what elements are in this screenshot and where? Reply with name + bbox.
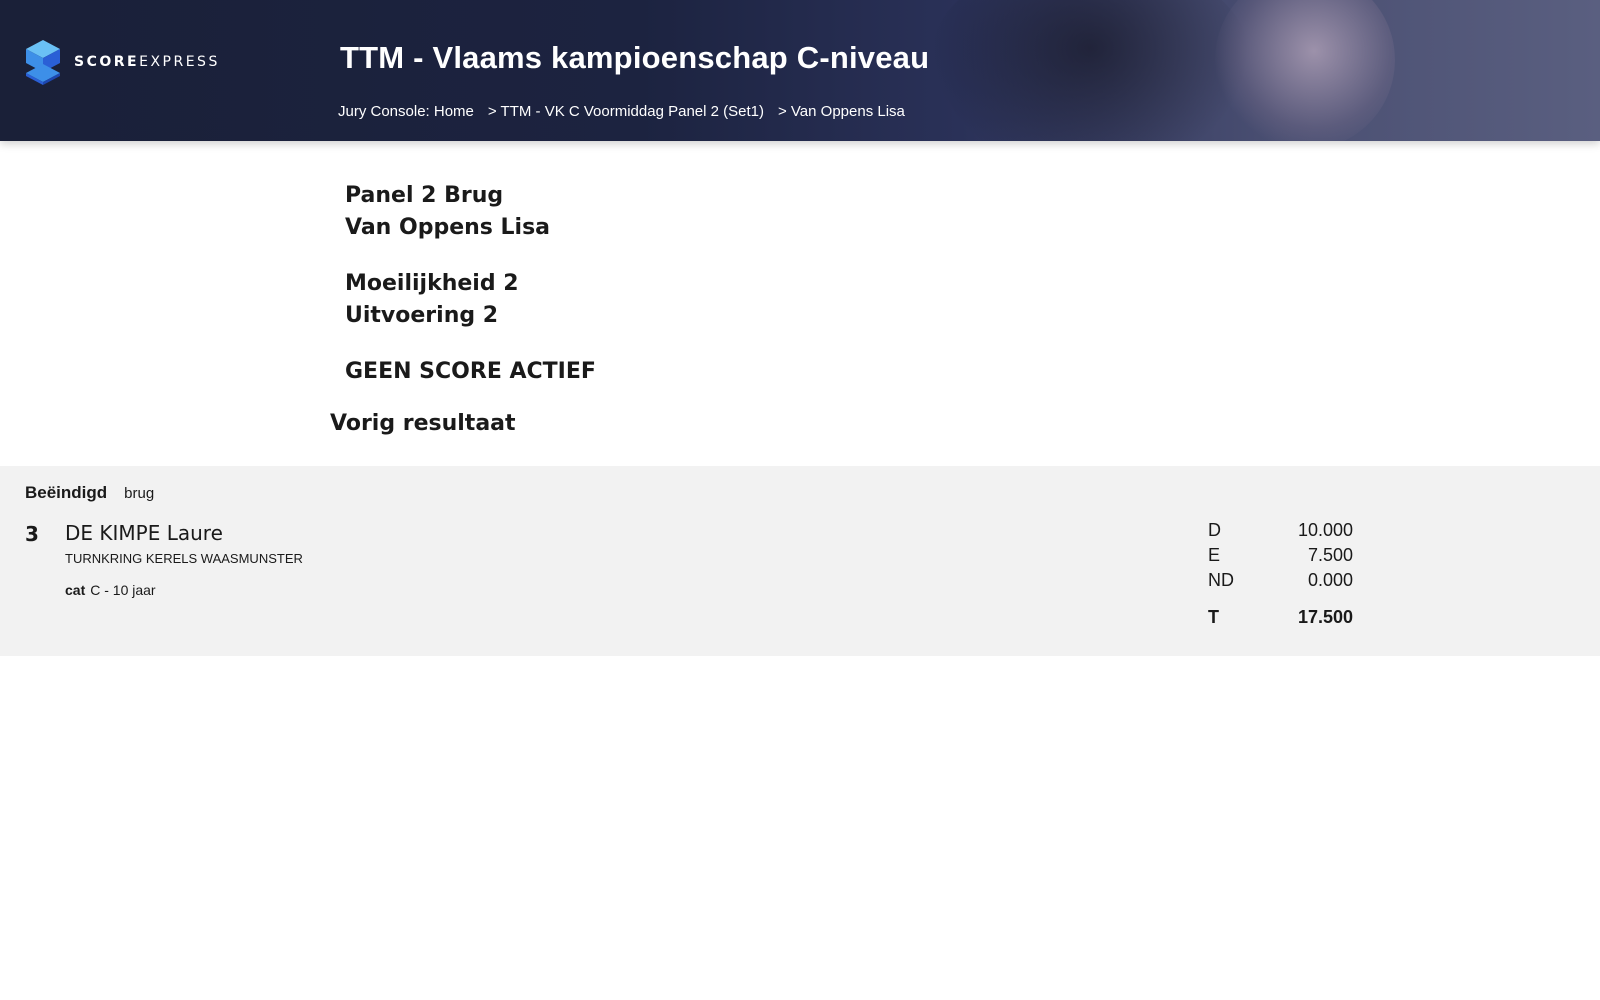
header-photo-hair xyxy=(930,0,1250,141)
score-label: E xyxy=(1208,545,1221,565)
panel-name: Panel 2 Brug xyxy=(345,183,504,208)
category-value: C - 10 jaar xyxy=(90,582,156,598)
execution-role: Uitvoering 2 xyxy=(345,303,499,328)
score-breakdown: D 10.000 E 7.500 ND 0.000 T 17.500 xyxy=(1208,518,1353,630)
score-label: ND xyxy=(1208,570,1234,590)
brand-name-bold: SCORE xyxy=(74,54,140,70)
brand-logo[interactable]: SCOREEXPRESS xyxy=(24,38,220,86)
previous-result-panel: Beëindigd brug 3 DE KIMPE Laure TURNKRIN… xyxy=(0,466,1600,656)
result-apparatus: brug xyxy=(124,485,155,502)
result-status: Beëindigd xyxy=(25,483,108,502)
panel-info: Panel 2 Brug Van Oppens Lisa Moeilijkhei… xyxy=(345,180,596,412)
breadcrumb-home[interactable]: Jury Console: Home xyxy=(338,103,474,120)
header-bar: SCOREEXPRESS TTM - Vlaams kampioenschap … xyxy=(0,0,1600,141)
score-row-total: T 17.500 xyxy=(1208,605,1353,630)
breadcrumb: Jury Console: Home > TTM - VK C Voormidd… xyxy=(338,103,905,120)
brand-name: SCOREEXPRESS xyxy=(74,54,220,70)
score-status: GEEN SCORE ACTIEF xyxy=(345,359,596,384)
total-value: 17.500 xyxy=(1297,607,1353,627)
difficulty-role: Moeilijkheid 2 xyxy=(345,271,519,296)
panel-block: Panel 2 Brug Van Oppens Lisa xyxy=(345,180,596,244)
page-title: TTM - Vlaams kampioenschap C-niveau xyxy=(340,40,930,75)
brand-name-rest: EXPRESS xyxy=(139,54,220,70)
score-value: 7.500 xyxy=(1307,545,1353,565)
previous-result-heading: Vorig resultaat xyxy=(330,411,516,436)
judge-roles-block: Moeilijkheid 2 Uitvoering 2 xyxy=(345,268,596,332)
result-club: TURNKRING KERELS WAASMUNSTER xyxy=(65,551,303,566)
result-status-row: Beëindigd brug xyxy=(25,483,154,503)
total-label: T xyxy=(1208,607,1219,627)
current-gymnast: Van Oppens Lisa xyxy=(345,215,551,240)
breadcrumb-session[interactable]: > TTM - VK C Voormiddag Panel 2 (Set1) xyxy=(488,103,764,120)
score-row-nd: ND 0.000 xyxy=(1208,568,1353,593)
score-value: 0.000 xyxy=(1307,570,1353,590)
result-athlete-name: DE KIMPE Laure xyxy=(65,521,223,545)
score-value: 10.000 xyxy=(1297,520,1353,540)
score-status-block: GEEN SCORE ACTIEF xyxy=(345,356,596,388)
cube-logo-icon xyxy=(26,40,60,85)
score-row-e: E 7.500 xyxy=(1208,543,1353,568)
category-label: cat xyxy=(65,582,86,598)
score-row-d: D 10.000 xyxy=(1208,518,1353,543)
breadcrumb-gymnast[interactable]: > Van Oppens Lisa xyxy=(778,103,905,120)
result-category: cat C - 10 jaar xyxy=(65,582,156,598)
score-label: D xyxy=(1208,520,1221,540)
result-rank: 3 xyxy=(25,522,39,546)
header-photo-face xyxy=(1215,0,1395,141)
